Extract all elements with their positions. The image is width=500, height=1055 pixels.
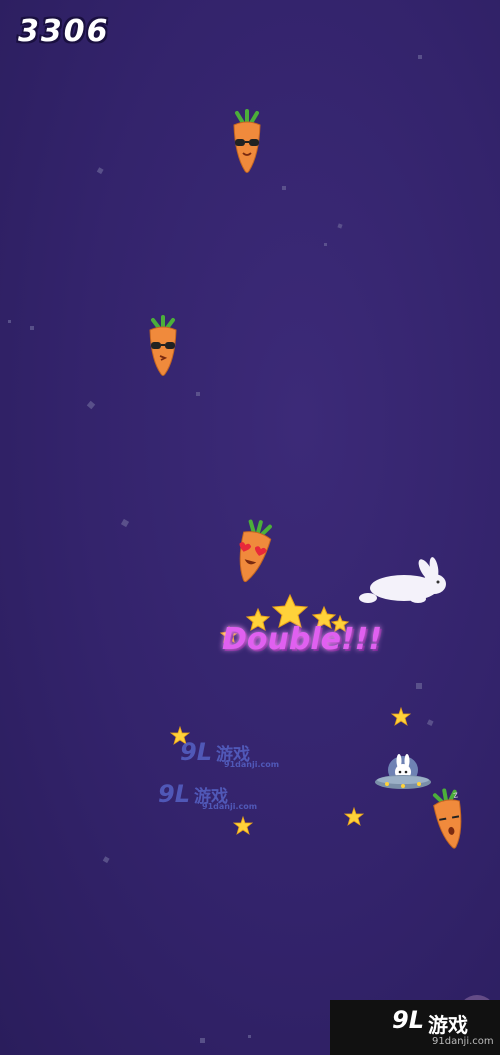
carrot-icon	[239, 519, 272, 583]
corner-watermark-url: 91danji.com	[432, 1036, 494, 1047]
game-stage[interactable]: z	[0, 0, 500, 1055]
carrot-icon	[233, 109, 261, 173]
watermark-url: 91danji.com	[224, 760, 280, 769]
watermark-brand: 9L	[158, 780, 190, 808]
carrot-icon: z	[432, 788, 462, 849]
svg-text:z: z	[452, 790, 459, 801]
carrot-icon	[149, 315, 177, 376]
star-icon	[232, 815, 254, 835]
ufo-rabbit-icon	[375, 754, 431, 789]
watermark: 9L 游戏 91danji.com	[180, 738, 279, 769]
rabbit-icon	[359, 557, 446, 603]
collectible-stars	[169, 706, 412, 835]
corner-watermark-cn: 游戏	[428, 1013, 468, 1037]
star-icon	[343, 806, 365, 826]
watermark-brand: 9L	[180, 738, 212, 766]
corner-watermark-brand: 9L	[392, 1006, 424, 1034]
score-counter: 3306	[18, 14, 110, 49]
corner-watermark: 9L 游戏 91danji.com	[330, 1000, 500, 1055]
watermark: 9L 游戏 91danji.com	[158, 780, 257, 811]
watermark-url: 91danji.com	[202, 802, 258, 811]
space-dust	[8, 55, 434, 1043]
combo-text: Double!!!	[222, 622, 383, 657]
star-icon	[390, 706, 412, 726]
